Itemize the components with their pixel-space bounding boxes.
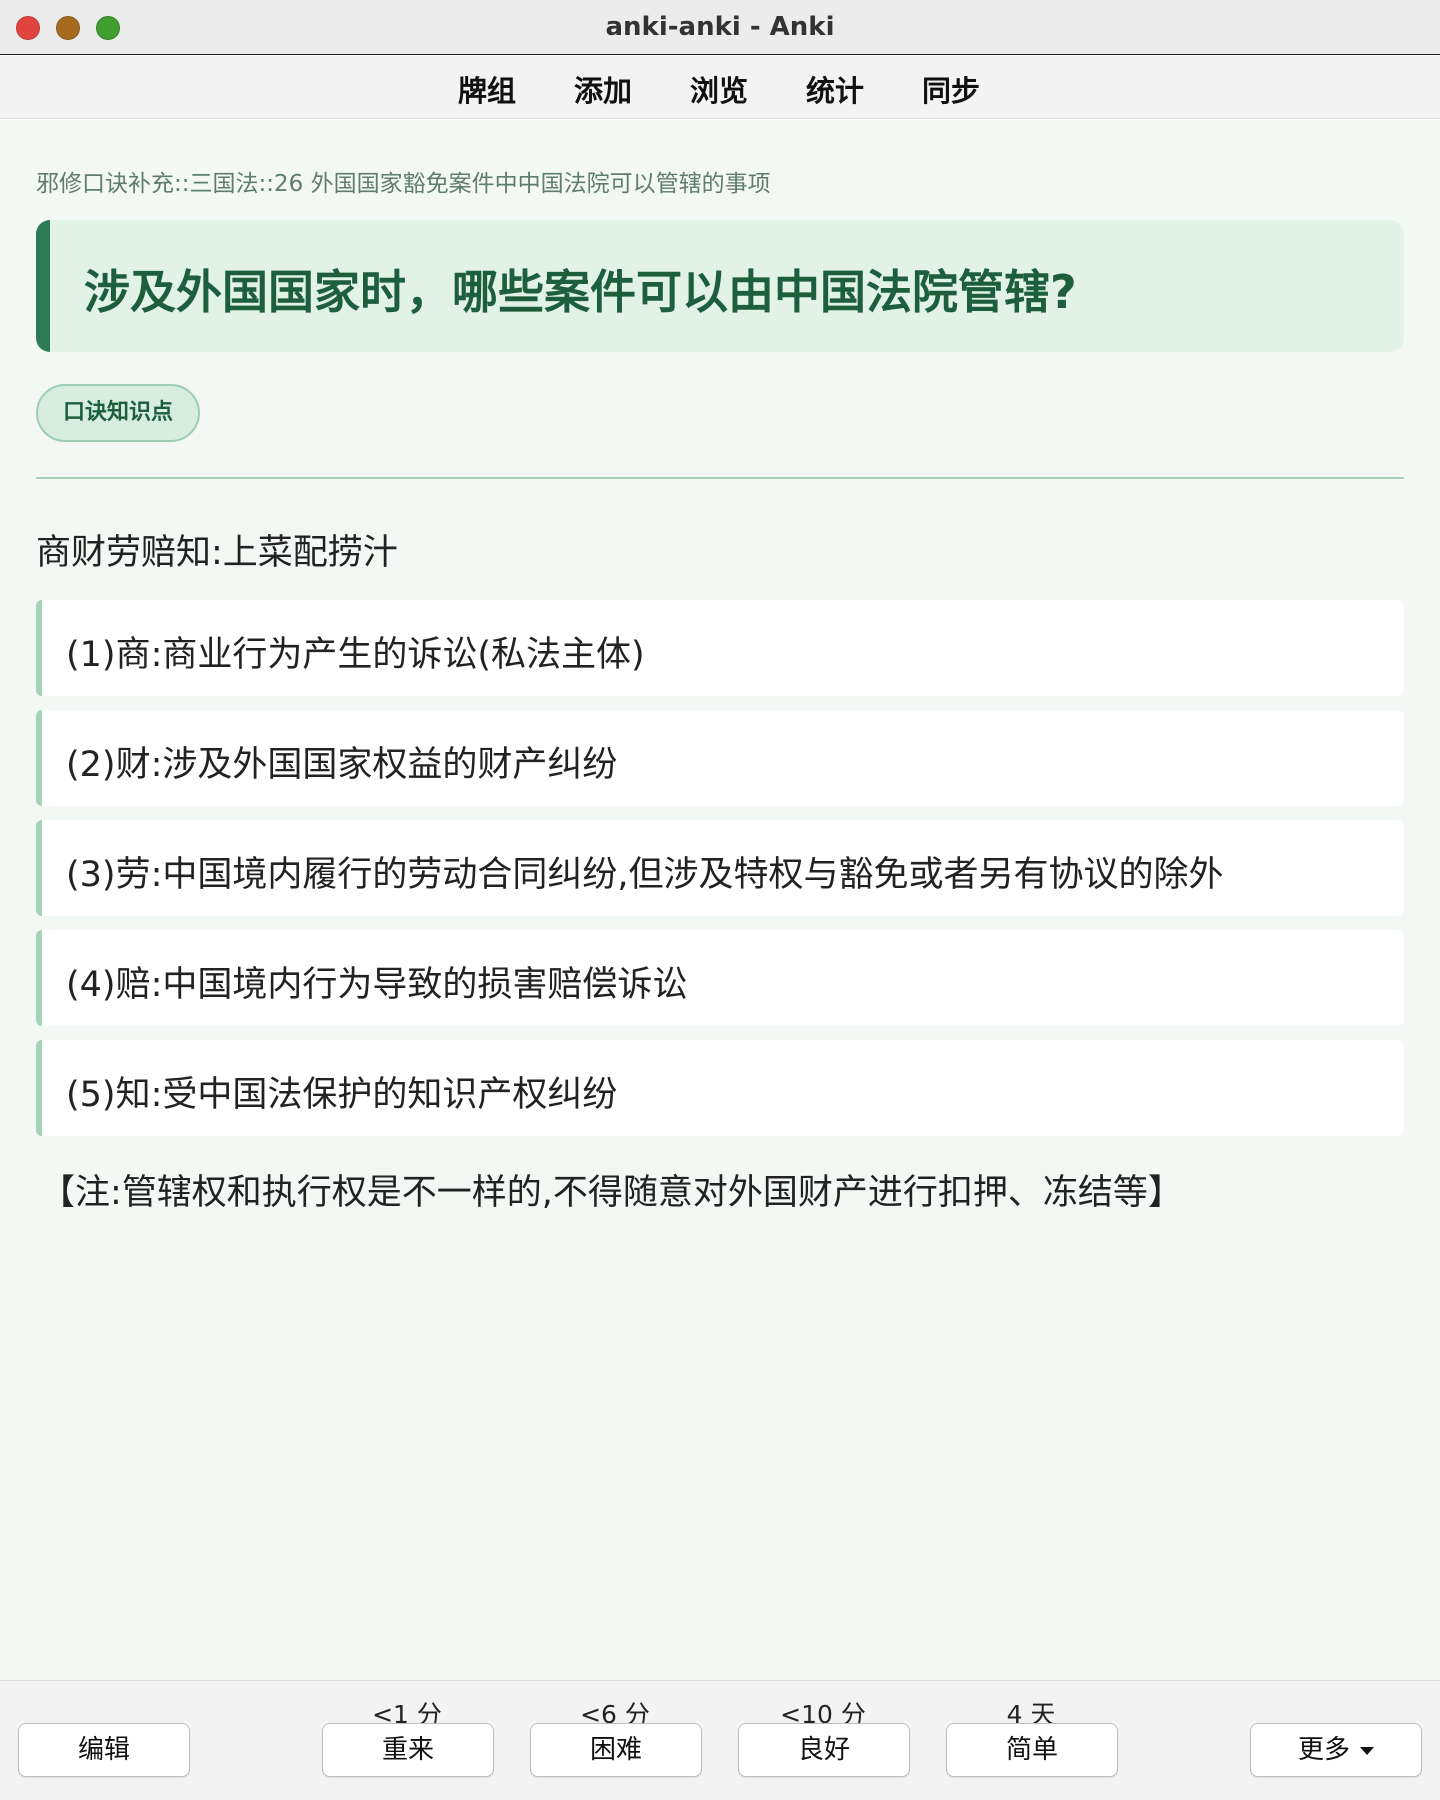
list-item: (3)劳:中国境内履行的劳动合同纠纷,但涉及特权与豁免或者另有协议的除外	[36, 820, 1404, 916]
list-item-text: (5)知:受中国法保护的知识产权纠纷	[66, 1075, 618, 1115]
caret-down-icon	[1360, 1746, 1374, 1755]
window-title: anki-anki - Anki	[605, 12, 835, 42]
list-item: (4)赔:中国境内行为导致的损害赔偿诉讼	[36, 930, 1404, 1026]
answer-divider	[36, 477, 1404, 479]
question-text: 涉及外国国家时，哪些案件可以由中国法院管辖?	[84, 265, 1077, 319]
mnemonic-text: 商财劳赔知:上菜配捞汁	[36, 533, 398, 573]
list-item: (2)财:涉及外国国家权益的财产纠纷	[36, 710, 1404, 806]
list-item: (1)商:商业行为产生的诉讼(私法主体)	[36, 600, 1404, 696]
list-item-text: (4)赔:中国境内行为导致的损害赔偿诉讼	[66, 965, 688, 1005]
main-toolbar: 牌组 添加 浏览 统计 同步	[0, 56, 1440, 119]
toolbar-add-link[interactable]: 添加	[574, 68, 632, 110]
tag-badge: 口诀知识点	[36, 384, 200, 442]
toolbar-decks-link[interactable]: 牌组	[458, 68, 516, 110]
list-item-text: (3)劳:中国境内履行的劳动合同纠纷,但涉及特权与豁免或者另有协议的除外	[66, 855, 1224, 895]
toolbar-sync-link[interactable]: 同步	[922, 68, 980, 110]
note-text: 【注:管辖权和执行权是不一样的,不得随意对外国财产进行扣押、冻结等】	[40, 1173, 1183, 1213]
again-button[interactable]: 重来	[322, 1723, 494, 1777]
good-button[interactable]: 良好	[738, 1723, 910, 1777]
toolbar-browse-link[interactable]: 浏览	[690, 68, 748, 110]
title-bar: anki-anki - Anki	[0, 0, 1440, 55]
list-item-text: (1)商:商业行为产生的诉讼(私法主体)	[66, 635, 645, 675]
deck-path: 邪修口诀补充::三国法::26 外国国家豁免案件中中国法院可以管辖的事项	[36, 171, 771, 197]
list-item: (5)知:受中国法保护的知识产权纠纷	[36, 1040, 1404, 1136]
more-button[interactable]: 更多	[1250, 1723, 1422, 1777]
hard-button[interactable]: 困难	[530, 1723, 702, 1777]
toolbar-stats-link[interactable]: 统计	[806, 68, 864, 110]
more-button-label: 更多	[1297, 1735, 1350, 1765]
question-box: 涉及外国国家时，哪些案件可以由中国法院管辖?	[36, 220, 1404, 352]
easy-button[interactable]: 简单	[946, 1723, 1118, 1777]
list-item-text: (2)财:涉及外国国家权益的财产纠纷	[66, 745, 618, 785]
edit-button[interactable]: 编辑	[18, 1723, 190, 1777]
review-bottom-bar: 编辑 <1 分 重来 <6 分 困难 <10 分 良好 4 天 简单 更多	[0, 1680, 1440, 1800]
card-view: 邪修口诀补充::三国法::26 外国国家豁免案件中中国法院可以管辖的事项 涉及外…	[0, 120, 1440, 1680]
